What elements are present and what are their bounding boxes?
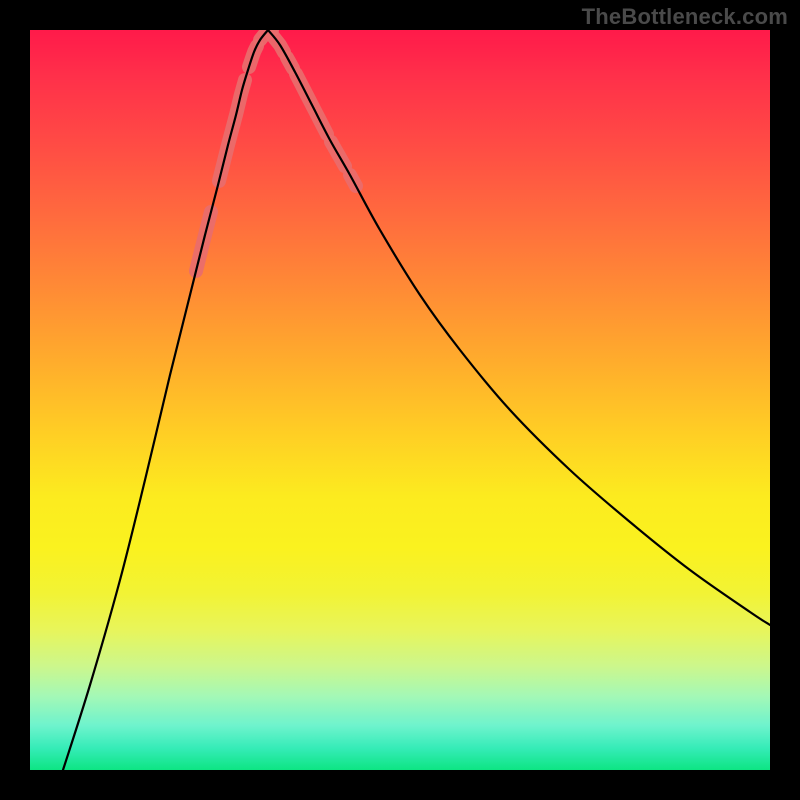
right-curve xyxy=(268,30,770,625)
chart-frame: TheBottleneck.com xyxy=(0,0,800,800)
attribution-text: TheBottleneck.com xyxy=(582,4,788,30)
plot-area xyxy=(30,30,770,770)
marker-group xyxy=(196,30,356,271)
curve-layer xyxy=(30,30,770,770)
left-curve xyxy=(63,30,268,770)
